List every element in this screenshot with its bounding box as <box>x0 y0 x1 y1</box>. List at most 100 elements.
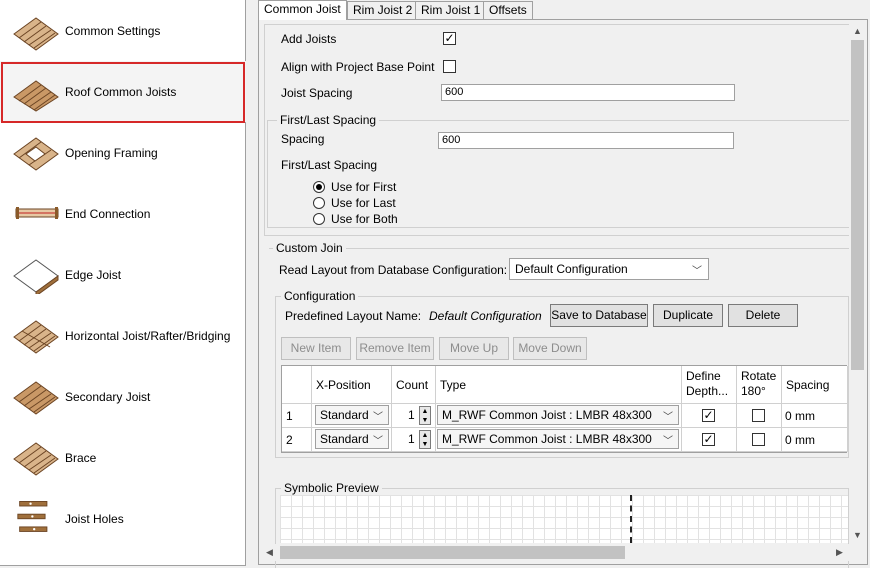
x-position-dropdown[interactable]: Standard ﹀ <box>315 405 389 425</box>
chevron-down-icon: ﹀ <box>692 266 702 277</box>
radio-use-both-label: Use for Both <box>331 212 398 226</box>
stepper-down-icon[interactable]: ▼ <box>420 416 430 425</box>
tab-rim-joist-1[interactable]: Rim Joist 1 <box>415 1 487 19</box>
type-dropdown[interactable]: M_RWF Common Joist : LMBR 48x300 ﹀ <box>437 429 679 449</box>
rotate-checkbox[interactable] <box>752 409 765 422</box>
remove-item-button[interactable]: Remove Item <box>356 337 434 360</box>
x-position-value: Standard <box>320 408 369 422</box>
define-depth-checkbox[interactable]: ✓ <box>702 433 715 446</box>
type-value: M_RWF Common Joist : LMBR 48x300 <box>442 432 652 446</box>
column-header-x-position[interactable]: X-Position <box>312 366 392 404</box>
scroll-left-icon[interactable]: ◀ <box>266 547 273 558</box>
joist-spacing-input[interactable]: 600 <box>441 84 735 101</box>
radio-use-last-label: Use for Last <box>331 196 396 210</box>
align-checkbox[interactable] <box>443 60 456 73</box>
count-value[interactable]: 1 <box>408 432 415 446</box>
sidebar-item-edge-joist[interactable]: Edge Joist <box>0 244 246 305</box>
tab-common-joist[interactable]: Common Joist <box>258 0 347 20</box>
horizontal-scroll-thumb[interactable] <box>280 546 625 559</box>
count-stepper[interactable]: ▲ ▼ <box>419 430 431 449</box>
opening-framing-icon <box>13 137 59 171</box>
first-last-group-title: First/Last Spacing <box>277 113 380 127</box>
delete-button[interactable]: Delete <box>728 304 798 327</box>
column-header-type[interactable]: Type <box>436 366 682 404</box>
predefined-label: Predefined Layout Name: <box>285 309 422 323</box>
column-header-define-depth[interactable]: Define Depth... <box>682 366 737 404</box>
count-stepper[interactable]: ▲ ▼ <box>419 406 431 425</box>
sidebar-item-label: Edge Joist <box>65 267 122 282</box>
x-position-value: Standard <box>320 432 369 446</box>
sidebar-item-horizontal-joist[interactable]: Horizontal Joist/Rafter/Bridging <box>0 305 246 366</box>
stepper-up-icon[interactable]: ▲ <box>420 431 430 440</box>
tab-offsets[interactable]: Offsets <box>483 1 533 19</box>
secondary-joist-icon <box>13 381 59 415</box>
define-depth-checkbox[interactable]: ✓ <box>702 409 715 422</box>
sidebar-item-roof-common-joists[interactable]: Roof Common Joists <box>0 61 246 122</box>
sidebar-item-common-settings[interactable]: Common Settings <box>0 0 246 61</box>
sidebar-item-label: Opening Framing <box>65 145 158 160</box>
move-up-button[interactable]: Move Up <box>439 337 509 360</box>
common-settings-icon <box>13 17 59 51</box>
x-position-dropdown[interactable]: Standard ﹀ <box>315 429 389 449</box>
tab-rim-joist-2[interactable]: Rim Joist 2 <box>347 1 419 19</box>
add-joists-checkbox[interactable]: ✓ <box>443 32 456 45</box>
read-layout-dropdown[interactable]: Default Configuration ﹀ <box>509 258 709 280</box>
roof-joists-icon <box>13 80 59 112</box>
horizontal-joist-icon <box>13 320 59 354</box>
column-header-rotate[interactable]: Rotate 180° <box>737 366 782 404</box>
row-header-corner <box>282 366 312 404</box>
vertical-scroll-thumb[interactable] <box>851 40 864 370</box>
brace-icon <box>13 442 59 476</box>
spacing-cell[interactable]: 0 mm <box>782 428 848 452</box>
sidebar-item-brace[interactable]: Brace <box>0 427 246 488</box>
preview-center-line <box>630 495 632 543</box>
align-label: Align with Project Base Point <box>281 60 435 74</box>
chevron-down-icon: ﹀ <box>373 436 383 447</box>
custom-join-title: Custom Join <box>273 241 346 255</box>
chevron-down-icon: ﹀ <box>373 412 383 423</box>
table-cell: ✓ <box>682 428 737 452</box>
sidebar: Common Settings Roof Common Joists Openi… <box>0 0 246 566</box>
spacing-cell[interactable]: 0 mm <box>782 404 848 428</box>
sidebar-item-label: Roof Common Joists <box>65 84 177 99</box>
joist-holes-icon <box>17 501 48 532</box>
sidebar-item-joist-holes[interactable]: Joist Holes <box>0 488 246 549</box>
chevron-down-icon: ﹀ <box>663 412 673 423</box>
stepper-up-icon[interactable]: ▲ <box>420 407 430 416</box>
radio-use-last[interactable] <box>313 197 325 209</box>
type-value: M_RWF Common Joist : LMBR 48x300 <box>442 408 652 422</box>
sidebar-item-opening-framing[interactable]: Opening Framing <box>0 122 246 183</box>
save-to-database-button[interactable]: Save to Database <box>550 304 648 327</box>
sidebar-item-label: Secondary Joist <box>65 389 151 404</box>
table-cell: M_RWF Common Joist : LMBR 48x300 ﹀ <box>436 404 682 428</box>
table-cell: ✓ <box>682 404 737 428</box>
read-layout-value: Default Configuration <box>515 262 628 276</box>
table-cell <box>737 428 782 452</box>
type-dropdown[interactable]: M_RWF Common Joist : LMBR 48x300 ﹀ <box>437 405 679 425</box>
chevron-down-icon: ﹀ <box>663 436 673 447</box>
sidebar-item-end-connection[interactable]: End Connection <box>0 183 246 244</box>
radio-use-first[interactable] <box>313 181 325 193</box>
add-joists-label: Add Joists <box>281 32 337 46</box>
sidebar-item-label: Horizontal Joist/Rafter/Bridging <box>65 328 231 343</box>
duplicate-button[interactable]: Duplicate <box>653 304 723 327</box>
row-number: 1 <box>282 404 312 428</box>
radio-use-both[interactable] <box>313 213 325 225</box>
stepper-down-icon[interactable]: ▼ <box>420 440 430 449</box>
new-item-button[interactable]: New Item <box>281 337 351 360</box>
predefined-value: Default Configuration <box>429 309 542 323</box>
scroll-right-icon[interactable]: ▶ <box>836 547 843 558</box>
table-cell: M_RWF Common Joist : LMBR 48x300 ﹀ <box>436 428 682 452</box>
count-value[interactable]: 1 <box>408 408 415 422</box>
scroll-up-icon[interactable]: ▲ <box>853 26 862 36</box>
layout-table: X-Position Count Type Define Depth... Ro… <box>281 365 848 453</box>
column-header-spacing[interactable]: Spacing <box>782 366 848 404</box>
column-header-count[interactable]: Count <box>392 366 436 404</box>
sidebar-item-secondary-joist[interactable]: Secondary Joist <box>0 366 246 427</box>
spacing-input[interactable]: 600 <box>438 132 734 149</box>
joist-spacing-label: Joist Spacing <box>281 86 353 100</box>
rotate-checkbox[interactable] <box>752 433 765 446</box>
configuration-title: Configuration <box>281 289 359 303</box>
move-down-button[interactable]: Move Down <box>513 337 587 360</box>
scroll-down-icon[interactable]: ▼ <box>853 530 862 540</box>
